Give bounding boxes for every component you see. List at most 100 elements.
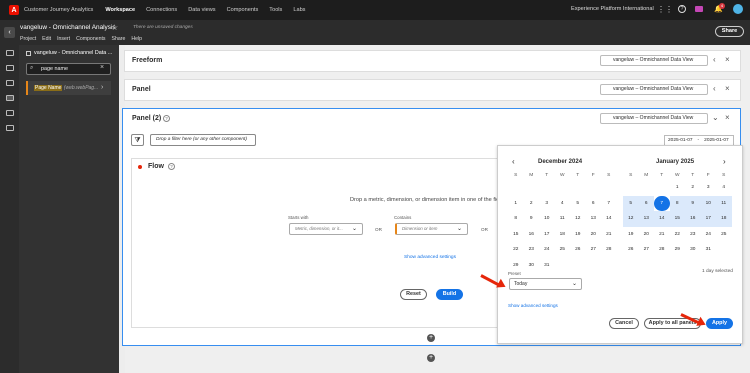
close-icon[interactable]: × [725,113,730,122]
calendar-day[interactable]: 25 [555,242,571,258]
close-icon[interactable]: × [725,55,730,64]
dataview-title[interactable]: vangeluw - Omnichannel Data ... [34,50,112,56]
components-icon[interactable] [5,65,14,71]
calendar-day[interactable]: 3 [539,196,555,212]
calendar-day[interactable]: 16 [524,227,540,243]
calendar-day[interactable]: 20 [639,227,655,243]
calendar-day[interactable]: 19 [623,227,639,243]
list-icon[interactable] [5,110,14,116]
info-icon[interactable]: ? [168,163,175,170]
calendar-day[interactable]: 7 [601,196,617,212]
cancel-button[interactable]: Cancel [609,318,639,329]
apply-button[interactable]: Apply [706,318,733,329]
calendar-day[interactable]: 4 [555,196,571,212]
calendar-day[interactable]: 10 [539,211,555,227]
flow-title[interactable]: Flow [148,163,164,170]
add-panel-icon[interactable]: + [427,354,435,362]
filter-drop-zone[interactable]: Drop a filter here (or any other compone… [150,134,256,146]
calendar-day[interactable]: 5 [623,195,639,212]
reset-button[interactable]: Reset [400,289,427,300]
calendar-day[interactable]: 29 [670,242,686,258]
filter-icon[interactable]: ⧩ [131,134,144,146]
chevron-down-icon[interactable]: ⌄ [352,225,357,232]
chevron-left-icon[interactable]: ‹ [713,84,716,93]
visualizations-icon[interactable] [5,80,14,86]
panel-2-dataview-select[interactable]: vangeluw – Omnichannel Data View [600,113,708,124]
calendar-day[interactable]: 22 [508,242,524,258]
calendar-day[interactable]: 11 [555,211,571,227]
project-title[interactable]: vangeluw - Omnichannel Analysis [20,24,116,31]
calendar-day[interactable]: 9 [685,195,701,212]
avatar[interactable] [733,4,743,14]
calendar-day[interactable]: 17 [700,211,716,227]
chevron-left-icon[interactable]: ‹ [713,55,716,64]
info-icon[interactable]: ? [163,115,170,122]
menu-components[interactable]: Components [76,36,105,42]
back-arrow-icon[interactable]: ‹ [4,27,15,38]
org-switcher[interactable]: Experience Platform International [571,6,654,12]
nav-tools[interactable]: Tools [269,7,282,13]
calendar-day[interactable]: 23 [685,227,701,243]
calendar-day[interactable]: 15 [669,211,685,227]
calendar-day[interactable]: 17 [539,227,555,243]
calendar-day[interactable]: 12 [623,211,639,227]
calendar-day[interactable]: 10 [700,195,716,212]
share-button[interactable]: Share [715,26,744,37]
calendar-day[interactable]: 1 [508,196,524,212]
calendar-day[interactable]: 9 [524,211,540,227]
calendar-day[interactable]: 31 [539,258,555,274]
calendar-day[interactable]: 13 [638,211,654,227]
nav-data-views[interactable]: Data views [188,7,215,13]
panel-1-title[interactable]: Panel [132,86,151,93]
nav-components[interactable]: Components [227,7,259,13]
show-advanced-settings-link[interactable]: Show advanced settings [404,255,456,260]
calendar-day[interactable]: 15 [508,227,524,243]
calendar-day[interactable]: 28 [654,242,670,258]
adobe-logo[interactable]: A [9,5,19,15]
calendar-day[interactable]: 4 [716,180,732,196]
calendar-day[interactable]: 19 [570,227,586,243]
calendar-day[interactable]: 8 [669,195,685,212]
app-name[interactable]: Customer Journey Analytics [24,7,93,13]
calendar-advanced-settings-link[interactable]: Show advanced settings [508,303,558,308]
freeform-title[interactable]: Freeform [132,57,162,64]
menu-project[interactable]: Project [20,36,36,42]
calendar-day[interactable]: 13 [586,211,602,227]
panel-2-title[interactable]: Panel (2) [132,115,161,122]
calendar-day[interactable]: 21 [654,227,670,243]
nav-connections[interactable]: Connections [146,7,177,13]
calendar-day[interactable]: 6 [638,195,654,212]
calendar-day[interactable]: 21 [601,227,617,243]
star-icon[interactable]: ☆ [111,23,118,32]
clear-search-icon[interactable]: × [100,64,104,71]
calendar-day[interactable]: 8 [508,211,524,227]
chevron-down-icon[interactable]: ⌄ [572,280,577,287]
calendar-day[interactable]: 12 [570,211,586,227]
chevron-down-icon[interactable]: ⌄ [457,225,462,232]
calendar-day[interactable]: 27 [586,242,602,258]
calendar-day[interactable]: 14 [654,211,670,227]
calendar-day[interactable]: 2 [685,180,701,196]
menu-edit[interactable]: Edit [42,36,51,42]
data-icon[interactable] [5,95,14,101]
help-icon[interactable]: ? [678,5,686,13]
calendar-day[interactable]: 3 [701,180,717,196]
close-icon[interactable]: × [725,84,730,93]
calendar-day[interactable]: 20 [586,227,602,243]
nav-labs[interactable]: Labs [293,7,305,13]
calendar-day[interactable]: 31 [701,242,717,258]
calendar-day[interactable]: 26 [623,242,639,258]
calendar-day[interactable]: 22 [670,227,686,243]
chevron-left-icon[interactable]: ‹ [512,157,515,166]
calendar-day[interactable]: 24 [701,227,717,243]
calendar-day[interactable]: 23 [524,242,540,258]
calendar-day[interactable]: 1 [670,180,686,196]
calendar-day[interactable]: 30 [524,258,540,274]
apps-grid-icon[interactable]: ⋮⋮ [657,5,673,14]
calendar-day[interactable]: 28 [601,242,617,258]
component-search-input[interactable]: page name [26,63,111,75]
feedback-icon[interactable] [695,6,703,12]
freeform-dataview-select[interactable]: vangeluw – Omnichannel Data View [600,55,708,66]
chevron-right-icon[interactable]: › [101,84,103,91]
calendar-day[interactable]: 18 [555,227,571,243]
